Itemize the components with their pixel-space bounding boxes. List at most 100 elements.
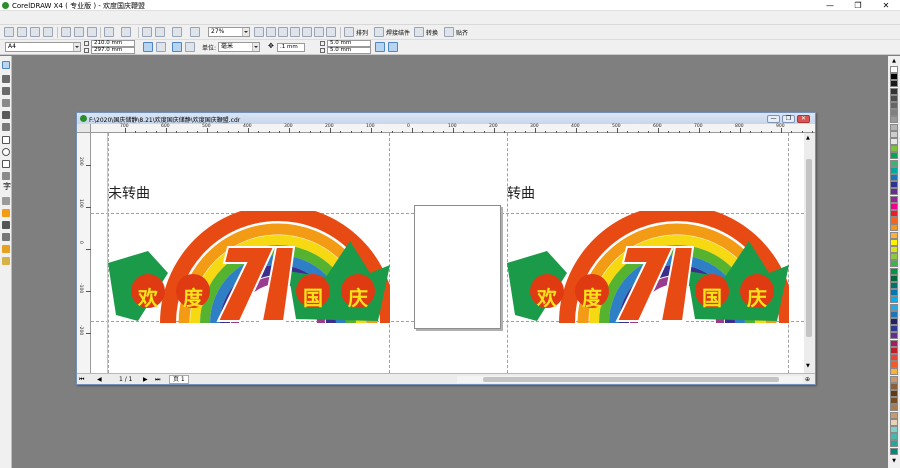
outline-tool-icon[interactable] [2,233,10,241]
next-page-icon[interactable]: ▶ [143,376,148,383]
color-swatch[interactable] [890,80,898,88]
color-swatch[interactable] [890,181,898,189]
page-size-combo[interactable]: A4 [5,42,81,52]
zoom-page-icon[interactable] [290,27,300,37]
shape-tool-icon[interactable] [2,75,10,83]
horizontal-ruler[interactable]: 700 600 500 400 300 200 100 0 100 200 300 400 500 600… [91,124,815,133]
vertical-scrollbar[interactable]: ▲ ▼ [804,133,815,373]
color-swatch[interactable] [890,231,898,239]
rectangle-tool-icon[interactable] [2,136,10,144]
table-tool-icon[interactable] [2,197,10,205]
horizontal-scroll-thumb[interactable] [483,377,779,382]
save-icon[interactable] [30,27,40,37]
zoom-selected-icon[interactable] [266,27,276,37]
duplicate-y-field[interactable]: 5.0 mm [327,47,371,54]
color-swatch[interactable] [890,361,898,369]
copy-icon[interactable] [74,27,84,37]
tab-page-1[interactable]: 页 1 [169,375,189,384]
crop-tool-icon[interactable] [2,87,10,95]
text-tool-icon[interactable]: 字 [3,183,11,191]
interactive-blend-tool-icon[interactable] [2,209,10,217]
convert-icon[interactable] [414,27,424,37]
vertical-ruler[interactable]: 200 100 0 -100 -200 [77,133,91,373]
color-swatch[interactable] [890,354,898,361]
color-swatch[interactable] [890,390,898,397]
color-swatch[interactable] [890,332,898,340]
scroll-up-icon[interactable]: ▲ [806,135,810,141]
color-swatch[interactable] [890,152,898,160]
polygon-tool-icon[interactable] [2,160,10,168]
color-swatch[interactable] [890,159,898,167]
convert-button[interactable]: 转换 [426,28,438,37]
minimize-button[interactable]: — [816,0,844,11]
zoom-height-icon[interactable] [314,27,324,37]
close-button[interactable]: ✕ [872,0,900,11]
color-swatch[interactable] [890,274,898,282]
cut-icon[interactable] [61,27,71,37]
prev-page-icon[interactable]: ◀ [97,376,102,383]
color-swatch[interactable] [890,202,898,210]
units-combo[interactable]: 毫米 [218,42,260,52]
portrait-icon[interactable] [143,42,153,52]
color-swatch[interactable] [890,411,898,419]
arrange-button[interactable]: 排列 [356,28,368,37]
landscape-icon[interactable] [156,42,166,52]
freehand-tool-icon[interactable] [2,111,10,119]
color-swatch[interactable] [890,346,898,354]
color-swatch[interactable] [890,325,898,333]
fill-tool-icon[interactable] [2,245,10,253]
doc-minimize-button[interactable]: — [767,115,780,123]
weld-button[interactable]: 焊接结件 [386,28,410,37]
color-swatch[interactable] [890,94,898,102]
redo-icon[interactable] [121,27,131,37]
color-swatch[interactable] [890,188,898,196]
pick-tool-icon[interactable] [2,61,10,69]
zoom-width-icon[interactable] [302,27,312,37]
all-pages-icon[interactable] [172,42,182,52]
color-swatch[interactable] [890,109,898,117]
color-swatch[interactable] [890,303,898,311]
color-swatch[interactable] [890,130,898,138]
arrange-icon[interactable] [344,27,354,37]
color-swatch[interactable] [890,138,898,145]
nudge-field[interactable]: .1 mm [277,43,305,52]
scroll-down-icon[interactable]: ▼ [806,363,810,369]
color-swatch[interactable] [890,260,898,268]
color-swatch[interactable] [890,224,898,232]
color-swatch[interactable] [890,404,898,412]
drawing-canvas[interactable]: 未转曲 转曲 欢 度 国 庆 欢 度 国 庆 [91,133,804,373]
ellipse-tool-icon[interactable] [2,148,10,156]
corel-online-icon[interactable] [190,27,200,37]
application-launcher-icon[interactable] [172,27,182,37]
color-swatch[interactable] [890,433,898,441]
color-swatch[interactable] [890,339,898,347]
color-swatch[interactable] [890,238,898,246]
current-page-icon[interactable] [185,42,195,52]
interactive-fill-tool-icon[interactable] [2,257,10,265]
horizontal-scrollbar[interactable] [457,376,803,383]
color-swatch[interactable] [890,310,898,318]
zoom-in-icon[interactable] [254,27,264,37]
page-width-field[interactable]: 210.0 mm [91,40,135,47]
chevron-down-icon[interactable] [73,43,80,51]
color-swatch[interactable] [890,217,898,225]
undo-icon[interactable] [104,27,114,37]
treat-as-filled-icon[interactable] [375,42,385,52]
basic-shapes-tool-icon[interactable] [2,172,10,180]
vertical-scroll-thumb[interactable] [806,159,812,337]
color-swatch[interactable] [890,116,898,124]
color-swatch[interactable] [890,296,898,304]
chevron-down-icon[interactable] [252,43,259,51]
eyedropper-tool-icon[interactable] [2,221,10,229]
color-swatch[interactable] [890,368,898,376]
open-icon[interactable] [17,27,27,37]
color-swatch[interactable] [890,145,898,153]
ruler-origin[interactable] [77,124,91,133]
zoom-out-icon[interactable] [326,27,336,37]
zoom-level-combo[interactable]: 27% [208,27,250,37]
color-swatch[interactable] [890,87,898,95]
snap-icon[interactable] [444,27,454,37]
color-swatch[interactable] [890,195,898,203]
color-swatch[interactable] [890,397,898,405]
zoom-all-icon[interactable] [278,27,288,37]
